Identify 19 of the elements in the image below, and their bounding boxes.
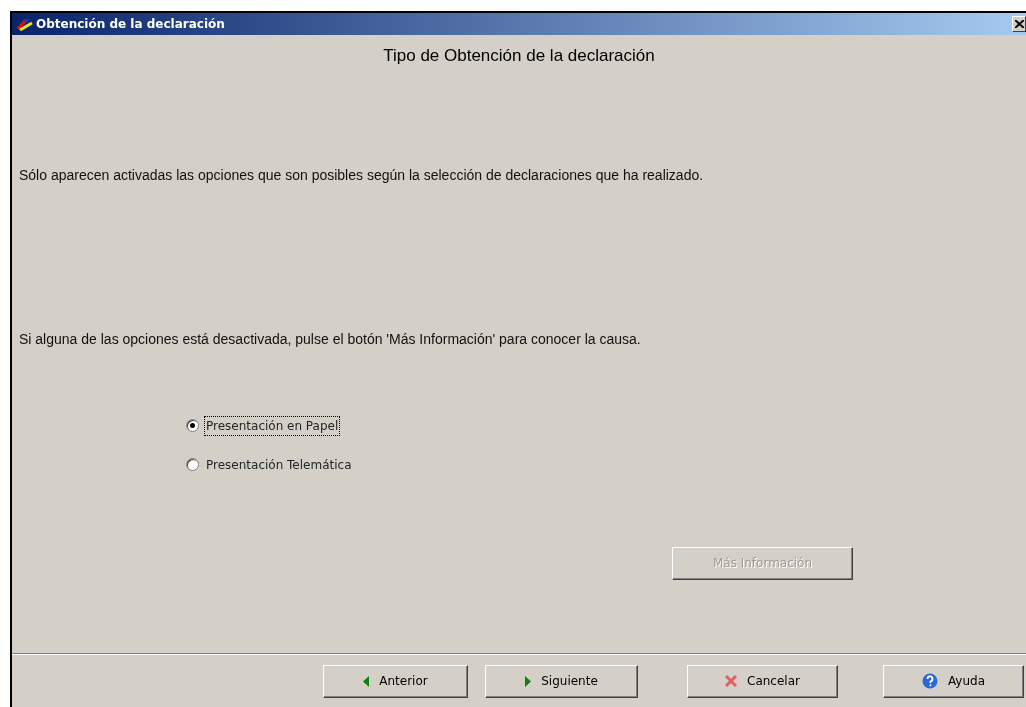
radio-label[interactable]: Presentación en Papel [205,416,340,435]
nav-button[interactable]: Cancelar [687,664,838,698]
radio-button[interactable] [186,458,199,471]
logo-icon [16,17,34,31]
nav-button[interactable]: Anterior [323,664,468,698]
close-icon [1015,20,1024,28]
help-button[interactable]: Ayuda [883,664,1024,698]
nav-button[interactable]: Siguiente [485,664,638,698]
help-icon [921,673,938,689]
arrow-right-icon [525,675,532,687]
radio-button[interactable] [186,419,199,432]
dialog-heading: Tipo de Obtención de la declaración [382,45,656,67]
info-text: Sólo aparecen activadas las opciones que son posibles según la selección de declaraciones que ha realizado. [19,165,705,185]
cross-icon [725,675,737,687]
window-title: Obtención de la declaración [36,16,225,33]
info-text: Si alguna de las opciones está desactivada, pulse el botón 'Más Información' para conocer la causa. [19,329,642,349]
arrow-left-icon [363,675,370,687]
close-button[interactable] [1012,16,1026,32]
radio-label[interactable]: Presentación Telemática [205,455,353,474]
